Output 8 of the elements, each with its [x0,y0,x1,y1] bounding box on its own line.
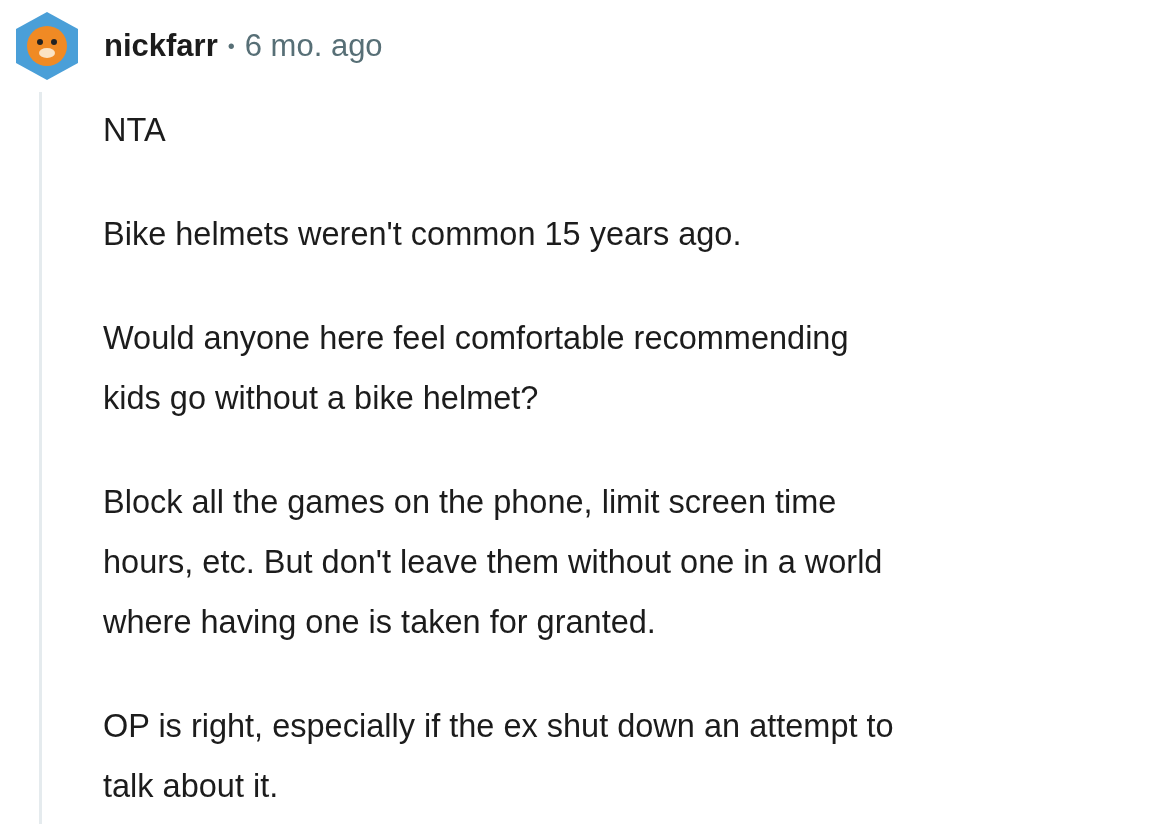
comment-paragraph: Bike helmets weren't common 15 years ago. [103,215,743,254]
comment-paragraph: Would anyone here feel comfortable recommending kids go without a bike helmet? [103,319,850,418]
comment-paragraph: NTA [103,111,167,150]
username[interactable]: nickfarr [104,28,218,64]
comment-paragraph: Block all the games on the phone, limit screen time hours, etc. But don't leave them without one in a world where having one is taken for granted. [103,483,884,642]
comment-paragraph: OP is right, especially if the ex shut down an attempt to talk about it. [103,707,894,806]
separator-dot: • [227,34,235,58]
timestamp: 6 mo. ago [244,28,383,64]
